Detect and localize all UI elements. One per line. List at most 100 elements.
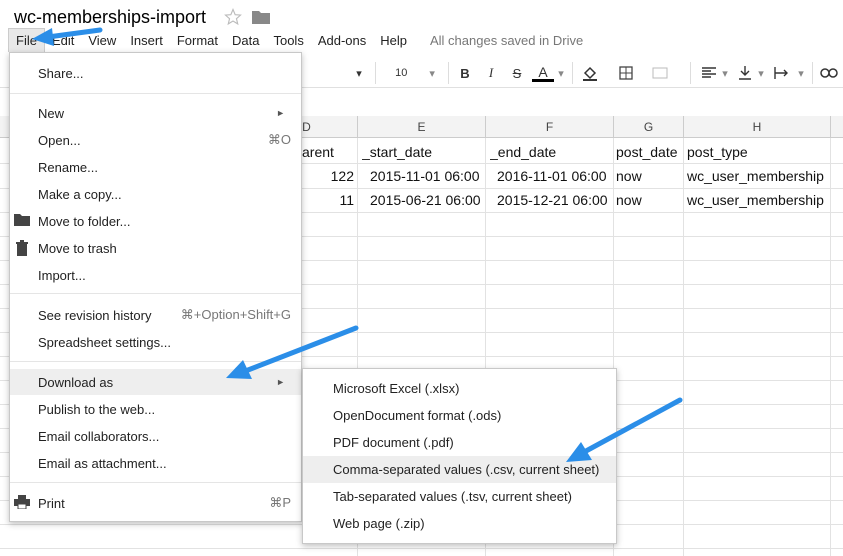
- menu-item-label: Print: [38, 495, 65, 511]
- cell-f1[interactable]: _end_date: [490, 140, 612, 164]
- menu-item-label: Comma-separated values (.csv, current sh…: [333, 462, 600, 477]
- menu-tools[interactable]: Tools: [266, 29, 310, 52]
- chevron-down-icon[interactable]: ▾: [556, 64, 566, 82]
- shortcut-label: ⌘O: [267, 132, 291, 147]
- download-zip[interactable]: Web page (.zip): [303, 510, 616, 537]
- align-left-icon[interactable]: [700, 64, 718, 82]
- download-pdf[interactable]: PDF document (.pdf): [303, 429, 616, 456]
- menu-item-download-as[interactable]: Download as ►: [10, 369, 301, 395]
- italic-icon[interactable]: I: [482, 64, 500, 82]
- menu-item-label: Rename...: [38, 159, 98, 175]
- download-tsv[interactable]: Tab-separated values (.tsv, current shee…: [303, 483, 616, 510]
- menu-addons[interactable]: Add-ons: [311, 29, 373, 52]
- menu-item-import[interactable]: Import...: [10, 262, 301, 288]
- menu-item-move-to-trash[interactable]: Move to trash: [10, 235, 301, 261]
- cell-h1[interactable]: post_type: [687, 140, 829, 164]
- menu-item-label: Share...: [38, 65, 84, 81]
- menu-item-move-to-folder[interactable]: Move to folder...: [10, 208, 301, 234]
- cell-e3[interactable]: 2015-06-21 06:00: [370, 188, 484, 212]
- menubar: File Edit View Insert Format Data Tools …: [8, 28, 583, 52]
- column-label: F: [545, 120, 554, 134]
- menu-item-label: Import...: [38, 267, 86, 283]
- column-header-f[interactable]: F: [486, 116, 614, 138]
- cell-h2[interactable]: wc_user_membership: [687, 164, 829, 188]
- menu-item-spreadsheet-settings[interactable]: Spreadsheet settings...: [10, 329, 301, 355]
- cell-d2[interactable]: 122: [302, 164, 354, 188]
- menu-item-label: Publish to the web...: [38, 401, 156, 417]
- menu-edit[interactable]: Edit: [45, 29, 81, 52]
- shortcut-label: ⌘P: [269, 495, 291, 510]
- chevron-down-icon[interactable]: ▾: [720, 64, 730, 82]
- menu-item-rename[interactable]: Rename...: [10, 154, 301, 180]
- column-header-g[interactable]: G: [614, 116, 684, 138]
- menu-data[interactable]: Data: [225, 29, 266, 52]
- column-label: H: [752, 120, 762, 134]
- chevron-down-icon[interactable]: ▾: [756, 64, 766, 82]
- borders-icon[interactable]: [616, 64, 636, 82]
- menu-item-print[interactable]: Print ⌘P: [10, 490, 301, 516]
- menu-item-open[interactable]: Open... ⌘O: [10, 127, 301, 153]
- cell-g3[interactable]: now: [616, 188, 682, 212]
- menu-item-label: See revision history: [38, 307, 152, 323]
- download-csv[interactable]: Comma-separated values (.csv, current sh…: [303, 456, 616, 483]
- folder-icon: [14, 213, 30, 229]
- menu-view[interactable]: View: [81, 29, 123, 52]
- menu-item-make-copy[interactable]: Make a copy...: [10, 181, 301, 207]
- cell-e2[interactable]: 2015-11-01 06:00: [370, 164, 484, 188]
- bold-icon[interactable]: B: [456, 64, 474, 82]
- document-title[interactable]: wc-memberships-import: [14, 7, 206, 28]
- column-header-h[interactable]: H: [684, 116, 831, 138]
- cell-f3[interactable]: 2015-12-21 06:00: [497, 188, 612, 212]
- menu-file[interactable]: File: [8, 28, 45, 52]
- menu-insert[interactable]: Insert: [123, 29, 170, 52]
- cell-f2[interactable]: 2016-11-01 06:00: [497, 164, 612, 188]
- menu-item-label: Tab-separated values (.tsv, current shee…: [333, 489, 572, 504]
- font-size-select[interactable]: 10 ▾: [390, 64, 440, 82]
- font-size-value: 10: [395, 67, 408, 79]
- vertical-align-icon[interactable]: [736, 64, 754, 82]
- download-ods[interactable]: OpenDocument format (.ods): [303, 402, 616, 429]
- menu-item-label: Email collaborators...: [38, 428, 160, 444]
- submenu-arrow-icon: ►: [276, 108, 285, 118]
- print-icon: [14, 495, 30, 511]
- fill-color-icon[interactable]: [580, 64, 600, 82]
- menu-item-label: Spreadsheet settings...: [38, 334, 171, 350]
- column-label: E: [417, 120, 426, 134]
- trash-icon: [14, 240, 30, 256]
- cell-d1[interactable]: arent: [302, 140, 356, 164]
- menu-item-new[interactable]: New ►: [10, 100, 301, 126]
- cell-h3[interactable]: wc_user_membership: [687, 188, 829, 212]
- chevron-down-icon[interactable]: ▾: [796, 64, 806, 82]
- menu-help[interactable]: Help: [373, 29, 414, 52]
- menu-item-label: Open...: [38, 132, 81, 148]
- text-color-icon[interactable]: A: [532, 64, 554, 82]
- menu-item-revision-history[interactable]: See revision history ⌘+Option+Shift+G: [10, 302, 301, 328]
- strikethrough-icon[interactable]: S: [508, 64, 526, 82]
- menu-item-label: OpenDocument format (.ods): [333, 408, 502, 423]
- menu-item-email-attachment[interactable]: Email as attachment...: [10, 450, 301, 476]
- cell-g1[interactable]: post_date: [616, 140, 682, 164]
- star-icon[interactable]: [224, 8, 242, 26]
- text-wrap-icon[interactable]: [772, 64, 792, 82]
- column-label: G: [643, 120, 654, 134]
- menu-item-share[interactable]: Share...: [10, 60, 301, 86]
- menu-item-email-collaborators[interactable]: Email collaborators...: [10, 423, 301, 449]
- shortcut-label: ⌘+Option+Shift+G: [180, 307, 291, 322]
- folder-icon[interactable]: [252, 10, 271, 24]
- submenu-arrow-icon: ►: [276, 377, 285, 387]
- cell-e1[interactable]: _start_date: [362, 140, 484, 164]
- cell-d3[interactable]: 11: [302, 188, 354, 212]
- cell-g2[interactable]: now: [616, 164, 682, 188]
- column-header-e[interactable]: E: [358, 116, 486, 138]
- merge-cells-icon[interactable]: [650, 64, 670, 82]
- download-as-submenu: Microsoft Excel (.xlsx) OpenDocument for…: [302, 368, 617, 544]
- title-row: wc-memberships-import: [14, 4, 271, 30]
- download-xlsx[interactable]: Microsoft Excel (.xlsx): [303, 375, 616, 402]
- menu-item-label: New: [38, 105, 65, 121]
- saved-status: All changes saved in Drive: [430, 32, 584, 48]
- menu-item-label: Move to trash: [38, 240, 117, 256]
- chevron-down-icon[interactable]: ▾: [352, 64, 366, 82]
- link-icon[interactable]: [818, 64, 840, 82]
- menu-item-publish[interactable]: Publish to the web...: [10, 396, 301, 422]
- menu-format[interactable]: Format: [170, 29, 225, 52]
